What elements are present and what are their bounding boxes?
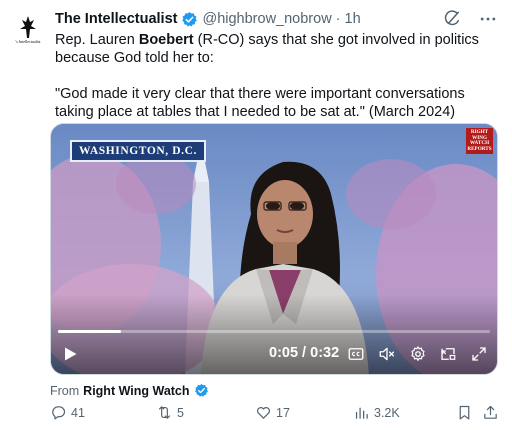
grok-icon[interactable] [442,9,462,29]
tweet-quote: "God made it very clear that there were … [55,86,465,120]
video-controls: 0:05 / 0:32 [51,334,497,374]
views-button[interactable]: 3.2K [353,404,400,421]
like-icon [257,407,270,419]
tweet-text: Rep. Lauren Boebert (R-CO) says that she… [55,31,505,121]
pip-icon[interactable] [439,345,457,363]
share-icon [484,405,497,419]
tweet-actions: 41 5 17 3.2K [50,404,500,426]
reply-button[interactable]: 41 [50,404,85,421]
repost-button[interactable]: 5 [156,404,184,421]
fullscreen-icon[interactable] [470,345,488,363]
like-button[interactable]: 17 [255,404,290,421]
avatar-image: 's Intellectualist [8,8,48,48]
verified-icon [182,11,198,27]
bookmark-button[interactable] [456,404,477,421]
tweet-top-actions [442,9,498,29]
captions-icon[interactable] [347,345,365,363]
header-separator: · [335,11,341,27]
play-icon[interactable] [62,346,78,362]
tweet-text-line-1: Rep. Lauren Boebert (R-CO) says that she… [55,32,479,66]
repost-icon [158,406,171,419]
more-icon[interactable] [478,9,498,29]
from-label: From [50,383,80,398]
avatar-caption: 's Intellectualist [15,39,41,44]
location-badge: WASHINGTON, D.C. [70,140,207,162]
like-count: 17 [276,405,290,420]
video-time: 0:05 / 0:32 [269,345,340,361]
repost-count: 5 [177,405,184,420]
share-button[interactable] [482,404,503,421]
bold-name: Boebert [138,32,194,48]
video-source: From Right Wing Watch [50,383,213,398]
avatar[interactable]: 's Intellectualist [8,8,48,48]
tweet-header: The Intellectualist @highbrow_nobrow · 1… [55,9,361,29]
mute-icon[interactable] [378,345,396,363]
source-account-link[interactable]: Right Wing Watch [83,384,189,398]
current-time: 0:05 [269,345,299,361]
reply-count: 41 [71,405,85,420]
video-player[interactable]: WASHINGTON, D.C. RIGHT WING WATCH REPORT… [50,123,498,375]
video-progress-fill [58,330,122,333]
watermark-logo: RIGHT WING WATCH REPORTS [466,128,493,154]
view-count: 3.2K [374,405,400,420]
video-progress-bar[interactable] [58,330,490,333]
views-icon [355,407,368,419]
tweet: 's Intellectualist The Intellectualist @… [0,0,512,430]
author-display-name[interactable]: The Intellectualist [55,11,177,27]
settings-icon[interactable] [409,345,427,363]
verified-icon [194,383,208,397]
tweet-timestamp[interactable]: 1h [345,11,361,27]
reply-icon [52,406,66,420]
bookmark-icon [459,405,470,420]
author-handle[interactable]: @highbrow_nobrow [202,11,331,27]
duration: 0:32 [310,345,340,361]
